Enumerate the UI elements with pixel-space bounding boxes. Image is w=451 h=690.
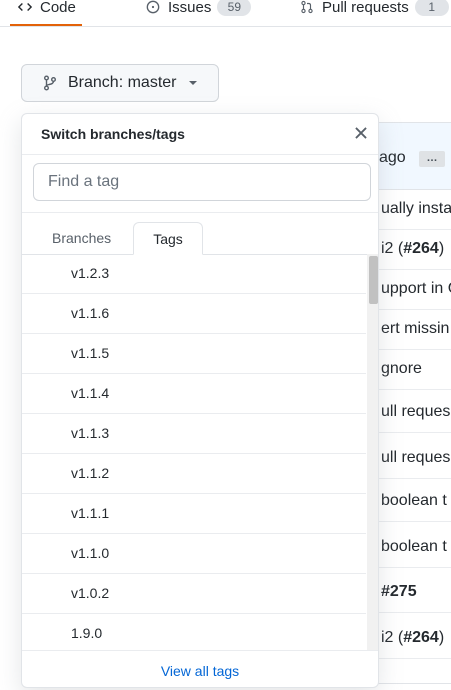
list-item[interactable]: v1.1.4	[22, 374, 366, 414]
issue-icon	[146, 0, 160, 14]
dropdown-header: Switch branches/tags	[22, 114, 378, 155]
code-icon	[18, 3, 32, 11]
commit-message: #275	[381, 583, 417, 601]
branch-label: Branch:	[68, 74, 124, 91]
commit-message: i2 (#264)	[381, 240, 445, 257]
commit-message: boolean t	[381, 538, 447, 555]
list-item[interactable]: v1.0.2	[22, 574, 366, 614]
branch-select-button[interactable]: Branch: master	[21, 64, 219, 102]
commit-message: ull reques	[381, 449, 451, 466]
commit-message: upport in C	[381, 280, 451, 297]
list-item[interactable]: v1.1.0	[22, 534, 366, 574]
pr-link[interactable]: #275	[381, 583, 417, 600]
list-item[interactable]: v1.1.6	[22, 294, 366, 334]
pull-requests-count-badge: 1	[414, 0, 449, 16]
commit-message: boolean t	[381, 492, 447, 509]
pr-link[interactable]: #264	[403, 240, 439, 257]
list-item[interactable]: v1.2.3	[22, 254, 366, 294]
view-all-tags-link[interactable]: View all tags	[161, 663, 239, 679]
list-item[interactable]: v1.1.5	[22, 334, 366, 374]
git-branch-icon	[44, 75, 56, 91]
pull-request-icon	[301, 0, 313, 14]
pr-link[interactable]: #264	[403, 629, 439, 646]
tab-pull-requests-label: Pull requests	[322, 0, 409, 16]
tab-pull-requests[interactable]: Pull requests 1	[300, 0, 449, 24]
tab-code-label: Code	[40, 0, 76, 16]
commit-message: gnore	[381, 360, 422, 377]
dropdown-footer: View all tags	[22, 650, 378, 687]
commit-message: i2 (#264)	[381, 629, 445, 646]
dropdown-title: Switch branches/tags	[41, 126, 185, 142]
dropdown-tabs: Branches Tags	[22, 212, 378, 255]
tab-tags[interactable]: Tags	[133, 222, 203, 255]
branch-value: master	[127, 74, 177, 91]
scrollbar-thumb[interactable]	[369, 256, 378, 304]
tab-branches[interactable]: Branches	[52, 222, 111, 254]
switch-branches-tags-dropdown: Switch branches/tags Branches Tags v1.2.…	[21, 113, 379, 688]
list-item[interactable]: v1.1.1	[22, 494, 366, 534]
dropdown-filter	[22, 154, 378, 213]
commit-message: ull reques	[381, 403, 451, 420]
commit-message: ually instal	[381, 200, 451, 217]
list-item[interactable]: v1.1.3	[22, 414, 366, 454]
expand-commit-button[interactable]: …	[419, 151, 445, 167]
list-item[interactable]: v1.1.2	[22, 454, 366, 494]
list-item[interactable]: 1.9.0	[22, 614, 366, 650]
caret-down-icon	[188, 81, 197, 85]
tag-list: v1.2.3 v1.1.6 v1.1.5 v1.1.4 v1.1.3 v1.1.…	[22, 254, 366, 650]
repo-nav: Code Issues 59 Pull requests 1	[0, 0, 451, 27]
tab-code[interactable]: Code	[10, 0, 82, 26]
close-icon[interactable]	[352, 124, 370, 142]
commit-age: ago	[379, 149, 406, 166]
tab-issues-label: Issues	[168, 0, 212, 16]
commit-message: ert missin	[381, 320, 450, 337]
issues-count-badge: 59	[217, 0, 252, 16]
tag-list-scrollbar[interactable]	[367, 254, 378, 650]
tab-issues[interactable]: Issues 59	[146, 0, 252, 24]
find-tag-input[interactable]	[33, 163, 371, 201]
